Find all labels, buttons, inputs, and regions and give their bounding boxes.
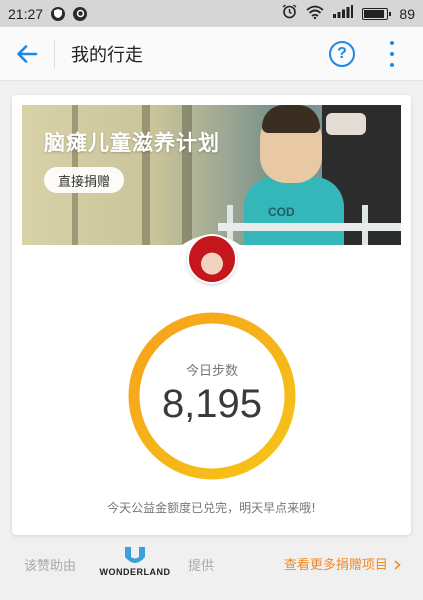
wonderland-brand: WONDERLAND <box>99 567 171 577</box>
battery-level <box>364 9 384 18</box>
user-avatar[interactable] <box>187 234 237 284</box>
status-right: 89 <box>282 0 415 27</box>
help-button[interactable]: ? <box>329 41 355 67</box>
alarm-icon <box>282 4 297 23</box>
more-dot-icon <box>390 41 394 45</box>
app-bar: 我的行走 ? <box>0 27 423 81</box>
app-bar-divider <box>54 39 55 68</box>
more-dot-icon <box>390 52 394 56</box>
walking-card: COD 脑瘫儿童滋养计划 直接捐赠 今日步数 8,195 今天公益金额度已兑完，… <box>12 95 411 535</box>
more-options-button[interactable] <box>387 41 397 67</box>
steps-label: 今日步数 <box>185 364 238 379</box>
more-projects-label: 查看更多捐赠项目 <box>283 558 388 573</box>
steps-ring: 今日步数 8,195 <box>126 310 298 482</box>
banner-title: 脑瘫儿童滋养计划 <box>44 131 220 155</box>
direct-donate-button[interactable]: 直接捐赠 <box>44 167 124 193</box>
wonderland-mark-icon <box>125 547 145 563</box>
banner-adult-hand <box>326 113 366 135</box>
sponsor-prefix: 该赞助由 <box>24 559 77 574</box>
back-arrow-icon <box>17 44 38 63</box>
sponsor-footer: 该赞助由 WONDERLAND 提供 查看更多捐赠项目 <box>0 544 423 584</box>
battery-icon <box>362 7 392 20</box>
signal-icon <box>333 5 354 22</box>
banner-child-hair <box>262 105 320 133</box>
status-time: 21:27 <box>8 5 44 22</box>
chat-notification-icon <box>73 6 88 21</box>
page-title: 我的行走 <box>71 44 143 66</box>
steps-value: 8,195 <box>161 382 263 426</box>
chevron-right-icon <box>394 560 401 570</box>
help-icon: ? <box>337 45 347 62</box>
more-dot-icon <box>390 63 394 67</box>
more-projects-link[interactable]: 查看更多捐赠项目 <box>284 554 401 573</box>
quota-note: 今天公益金额度已兑完，明天早点来哦! <box>107 501 316 515</box>
battery-percent: 89 <box>399 5 415 22</box>
wonderland-logo[interactable]: WONDERLAND <box>100 547 170 583</box>
banner-shirt-text: COD <box>268 205 295 219</box>
wifi-icon <box>306 5 325 23</box>
sponsor-suffix: 提供 <box>188 559 215 574</box>
project-banner[interactable]: COD 脑瘫儿童滋养计划 直接捐赠 <box>22 105 401 250</box>
status-bar: 21:27 89 <box>0 0 423 27</box>
shield-notification-icon <box>51 6 66 21</box>
back-button[interactable] <box>0 27 54 81</box>
